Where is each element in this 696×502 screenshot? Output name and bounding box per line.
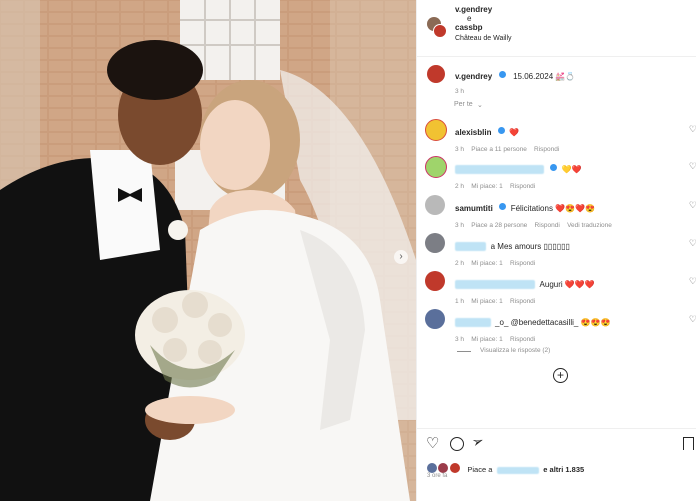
heart-icon[interactable]: ♡ (689, 238, 696, 249)
likes-summary[interactable]: Piace a xxxxxxxxxxxx e altri 1.835 (427, 459, 584, 477)
avatar[interactable] (425, 233, 445, 253)
comment-text: Félicitations ❤️😍❤️😍 (510, 204, 596, 213)
reply-button[interactable]: Rispondi (535, 222, 560, 229)
comment-username[interactable]: xxxxxxxxxxxxxxxxxxxx (455, 165, 544, 174)
heart-icon[interactable]: ♡ (689, 161, 696, 172)
comment-likes[interactable]: Mi piace: 1 (471, 260, 502, 267)
avatar[interactable] (427, 65, 445, 83)
comment-text: _o_ @benedettacasilli_ 😍😍😍 (495, 318, 611, 327)
comment-text: 💛❤️ (561, 165, 582, 174)
verified-icon (498, 71, 506, 79)
comment-likes[interactable]: Mi piace: 1 (471, 298, 502, 305)
avatar[interactable] (433, 24, 447, 38)
load-more-comments-icon[interactable]: + (553, 368, 568, 383)
reply-button[interactable]: Rispondi (510, 298, 535, 305)
bookmark-icon[interactable] (683, 437, 694, 450)
instagram-post-window: › v.gendrey e cassbp Château de Wailly v… (0, 0, 696, 501)
comment-username[interactable]: samumtiti (455, 204, 493, 213)
comment-text: Auguri ❤️❤️❤️ (539, 280, 595, 289)
comment-likes[interactable]: Piace a 28 persone (471, 222, 527, 229)
share-icon[interactable]: ➢ (469, 432, 486, 452)
comment-time: 1 h (455, 298, 465, 305)
action-bar: ♡ ➢ Piace a xxxxxxxxxxxx e altri 1.835 3… (417, 428, 696, 502)
verified-icon (497, 127, 505, 135)
comment-time: 2 h (455, 260, 465, 267)
next-image-icon[interactable]: › (394, 250, 408, 264)
caption-text: 15.06.2024 💒💍 (513, 72, 576, 81)
comment-likes[interactable]: Piace a 11 persone (471, 146, 527, 153)
avatar[interactable] (425, 271, 445, 291)
comment-likes[interactable]: Mi piace: 1 (471, 183, 502, 190)
comment-time: 3 h (455, 146, 465, 153)
post-header: v.gendrey e cassbp Château de Wailly (417, 0, 696, 57)
reply-button[interactable]: Rispondi (510, 336, 535, 343)
avatar (438, 462, 449, 473)
translate-link[interactable]: Vedi traduzione (567, 222, 612, 229)
reply-button[interactable]: Rispondi (510, 260, 535, 267)
comment-username[interactable]: xxxxxxxx (455, 318, 491, 327)
comment-icon[interactable] (450, 437, 464, 451)
heart-icon[interactable]: ♡ (689, 200, 696, 211)
caption-time: 3 h (455, 88, 465, 95)
header-and: e (467, 14, 472, 23)
reply-button[interactable]: Rispondi (534, 146, 559, 153)
avatar[interactable] (425, 156, 447, 178)
avatar[interactable] (425, 309, 445, 329)
reply-button[interactable]: Rispondi (510, 183, 535, 190)
verified-icon (499, 203, 507, 211)
comment-time: 2 h (455, 183, 465, 190)
comment-text: a Mes amours ▯▯▯▯▯▯ (490, 242, 570, 251)
comments-panel: v.gendrey e cassbp Château de Wailly v.g… (416, 0, 696, 501)
heart-icon[interactable]: ♡ (426, 434, 439, 452)
avatar (449, 462, 460, 473)
comment-likes[interactable]: Mi piace: 1 (471, 336, 502, 343)
location-label[interactable]: Château de Wailly (455, 35, 512, 42)
comment-username[interactable]: alexisblin (455, 128, 491, 137)
comment-username[interactable]: xxxxxxxxxxxxxxxxxx (455, 280, 536, 289)
avatar[interactable] (425, 195, 445, 215)
heart-icon[interactable]: ♡ (689, 276, 696, 287)
post-photo[interactable]: › (0, 0, 416, 501)
wedding-photo-illustration (0, 0, 416, 501)
post-time: 3 ore fa (427, 473, 448, 479)
heart-icon[interactable]: ♡ (689, 314, 696, 325)
avatar[interactable] (425, 119, 447, 141)
comment-username[interactable]: xxxxxxx (455, 242, 487, 251)
header-username[interactable]: v.gendrey (455, 5, 512, 14)
caption-username[interactable]: v.gendrey (455, 72, 492, 81)
comment-text: ❤️ (509, 128, 520, 137)
chevron-down-icon: ⌄ (477, 102, 483, 109)
comment-time: 3 h (455, 336, 465, 343)
avatar (427, 462, 437, 473)
comment-time: 3 h (455, 222, 465, 229)
heart-icon[interactable]: ♡ (689, 124, 696, 135)
header-collaborator[interactable]: cassbp (455, 23, 512, 32)
verified-icon (550, 164, 558, 172)
